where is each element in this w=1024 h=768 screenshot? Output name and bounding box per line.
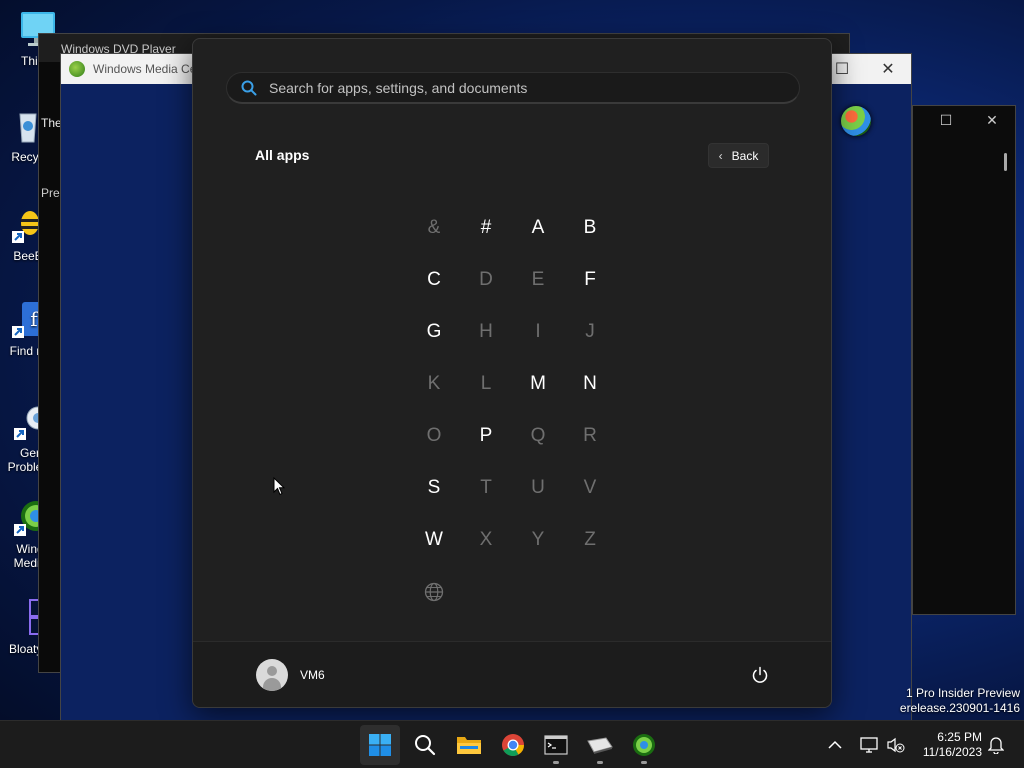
mouse-cursor-icon — [273, 477, 285, 496]
letter-h-button: H — [479, 321, 493, 342]
letter-v-button: V — [583, 477, 597, 498]
taskbar-chrome[interactable] — [493, 725, 533, 765]
letter-e-button: E — [531, 269, 545, 290]
start-footer: VM6 — [193, 641, 831, 707]
search-icon — [241, 80, 257, 95]
taskbar-start-button[interactable] — [360, 725, 400, 765]
dvd-player-icon — [587, 737, 613, 754]
page-title: All apps — [255, 147, 310, 163]
taskbar-file-explorer[interactable] — [449, 725, 489, 765]
letter-m-button[interactable]: M — [512, 358, 564, 410]
letter-l-button: L — [480, 373, 492, 394]
media-center-icon — [633, 734, 655, 756]
letter-grid: & # A B C D E F G H I J K L M N O P Q R S T U V W X Y Z — [408, 202, 616, 618]
letter-o-button: O — [426, 425, 442, 446]
volume-status[interactable] — [886, 721, 906, 768]
folder-icon — [457, 737, 481, 754]
letter-a-button[interactable]: A — [512, 202, 564, 254]
letter-j-button: J — [585, 321, 595, 342]
close-button[interactable]: ✕ — [969, 106, 1015, 134]
close-button[interactable]: ✕ — [865, 54, 911, 84]
letter-r-button: R — [583, 425, 597, 446]
chrome-icon — [502, 734, 524, 756]
letter-g-button[interactable]: G — [408, 306, 460, 358]
globe-icon — [408, 566, 460, 618]
letter-k-button: K — [427, 373, 441, 394]
watermark-line: 1 Pro Insider Preview — [905, 686, 1020, 700]
terminal-titlebar[interactable]: ☐ ✕ — [913, 106, 1015, 134]
clock-date: 11/16/2023 — [922, 745, 982, 759]
chevron-left-icon: ‹ — [718, 148, 723, 163]
terminal-icon — [544, 735, 568, 755]
letter-c-button[interactable]: C — [408, 254, 460, 306]
taskbar-terminal[interactable] — [536, 725, 576, 765]
taskbar-media-center[interactable] — [624, 725, 664, 765]
letter-b-button[interactable]: B — [564, 202, 616, 254]
letter-w-button[interactable]: W — [408, 514, 460, 566]
media-center-orb-icon[interactable] — [841, 106, 871, 136]
user-account[interactable]: VM6 — [256, 659, 325, 691]
scrollbar[interactable] — [1004, 153, 1007, 171]
media-center-title: Windows Media Ce — [93, 62, 197, 76]
clock-time: 6:25 PM — [937, 730, 982, 744]
letter-hash-button[interactable]: # — [460, 202, 512, 254]
partial-text-pre: Pre — [41, 186, 60, 200]
letter-n-button[interactable]: N — [564, 358, 616, 410]
letter-x-button: X — [479, 529, 493, 550]
letter-q-button: Q — [530, 425, 546, 446]
notifications-button[interactable] — [988, 721, 1004, 768]
taskbar-search-button[interactable] — [405, 725, 445, 765]
partial-text-the: The — [41, 116, 62, 130]
power-icon[interactable] — [751, 666, 769, 684]
terminal-window[interactable]: ☐ ✕ — [912, 105, 1016, 615]
letter-d-button: D — [479, 269, 493, 290]
clock[interactable]: 6:25 PM 11/16/2023 — [923, 730, 982, 760]
window-controls: ☐ ✕ — [819, 54, 911, 84]
running-indicator — [553, 761, 559, 764]
avatar — [256, 659, 288, 691]
letter-p-button[interactable]: P — [460, 410, 512, 462]
running-indicator — [597, 761, 603, 764]
watermark-line: erelease.230901-1416 — [899, 701, 1020, 715]
letter-u-button: U — [531, 477, 545, 498]
network-status[interactable] — [860, 721, 878, 768]
letter-s-button[interactable]: S — [408, 462, 460, 514]
letter-t-button: T — [480, 477, 492, 498]
back-button-label: Back — [731, 148, 759, 163]
letter-z-button: Z — [584, 529, 596, 550]
taskbar: 6:25 PM 11/16/2023 — [0, 720, 1024, 768]
letter-ampersand-button: & — [427, 217, 441, 238]
bell-icon — [988, 737, 1004, 754]
search-box[interactable] — [226, 72, 800, 104]
windows-logo-icon — [369, 734, 391, 756]
running-indicator — [641, 761, 647, 764]
back-button[interactable]: ‹ Back — [708, 143, 769, 168]
volume-muted-icon — [887, 737, 905, 753]
network-icon — [860, 737, 878, 753]
chevron-up-icon — [828, 740, 842, 749]
media-center-icon — [69, 61, 85, 77]
letter-i-button: I — [535, 321, 541, 342]
search-icon — [415, 735, 436, 756]
show-hidden-icons-button[interactable] — [828, 721, 842, 768]
insider-watermark: 1 Pro Insider Preview erelease.230901-14… — [900, 686, 1020, 716]
letter-y-button: Y — [531, 529, 545, 550]
taskbar-dvd-player[interactable] — [580, 725, 620, 765]
letter-f-button[interactable]: F — [564, 254, 616, 306]
user-name: VM6 — [300, 668, 325, 682]
search-input[interactable] — [269, 79, 799, 96]
start-menu: All apps ‹ Back &#AB CD EF GH I J K LMN OPQ R ST U V… — [192, 38, 832, 708]
maximize-button[interactable]: ☐ — [923, 106, 969, 134]
